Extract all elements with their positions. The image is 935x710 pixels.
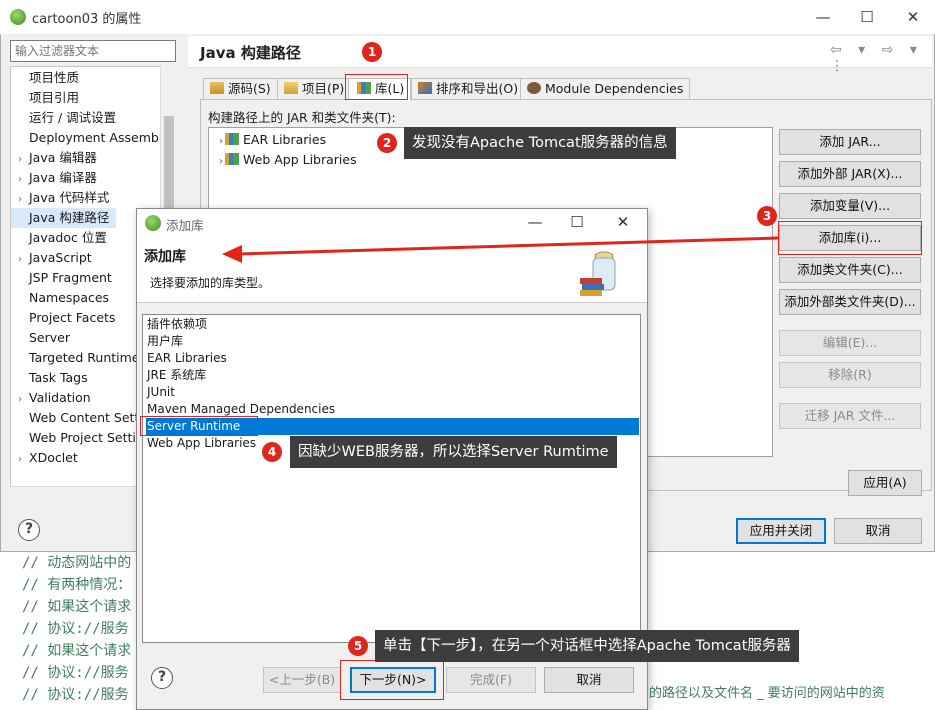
- callout-click-next: 单击【下一步】，在另一个对话框中选择Apache Tomcat服务器: [375, 630, 799, 662]
- step-badge: 2: [377, 133, 397, 153]
- step-badge: 3: [757, 206, 777, 226]
- callout-select-server-runtime: 因缺少WEB服务器，所以选择Server Rumtime: [290, 436, 617, 468]
- callout-no-tomcat: 发现没有Apache Tomcat服务器的信息: [404, 127, 676, 159]
- step-badge: 5: [348, 636, 368, 656]
- step-badge: 1: [362, 42, 382, 62]
- step-badge: 4: [262, 442, 282, 462]
- annotation-arrow: [222, 236, 779, 263]
